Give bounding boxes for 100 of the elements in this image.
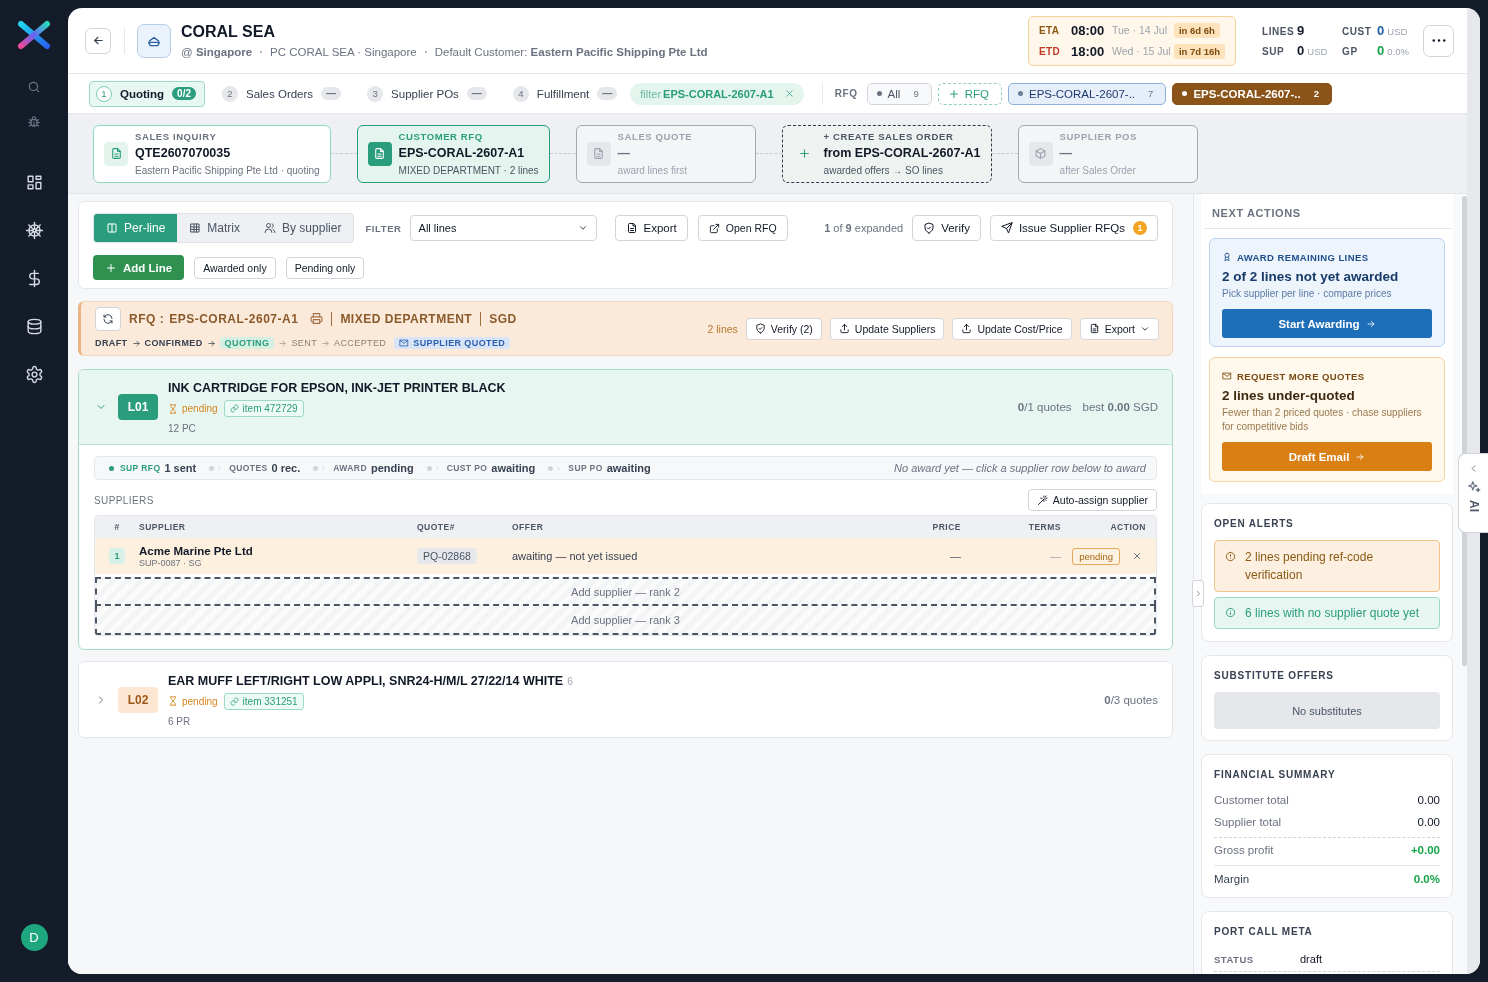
filter-toggle[interactable]: Pending only xyxy=(285,256,365,279)
line-code: L01 xyxy=(118,394,158,420)
pipeline-step: DRAFT xyxy=(95,338,128,348)
price-cell: — xyxy=(950,550,961,562)
dashboard-icon[interactable] xyxy=(24,173,44,192)
logo-icon[interactable] xyxy=(17,20,51,50)
document-icon xyxy=(367,141,392,166)
countdown-tag: in 7d 16h xyxy=(1173,43,1226,59)
rfq-action-button[interactable]: Update Cost/Price xyxy=(952,317,1072,340)
line-title: INK CARTRIDGE FOR EPSON, INK-JET PRINTER BLACK xyxy=(168,380,506,396)
back-button[interactable] xyxy=(85,27,111,54)
line-status: pending xyxy=(182,695,218,707)
line-code: L02 xyxy=(118,686,158,713)
action-description: Fewer than 2 priced quotes · chase suppliers for competitive bids xyxy=(1222,406,1423,434)
alert-banner[interactable]: 2 lines pending ref-code verification xyxy=(1214,540,1440,592)
close-icon[interactable] xyxy=(783,88,795,99)
rfq-chip[interactable]: EPS-CORAL-2607-.. 2 xyxy=(1172,82,1333,105)
mail-icon xyxy=(399,338,410,348)
stage-value: EPS-CORAL-2607-A1 xyxy=(398,144,525,162)
summary-value: +0.00 xyxy=(1410,843,1440,856)
stage-card[interactable]: SALES QUOTE — award lines first xyxy=(575,124,756,183)
pipeline-step: CONFIRMED xyxy=(144,338,203,348)
add-line-button[interactable]: Add Line xyxy=(93,255,185,280)
printer-icon[interactable] xyxy=(310,312,324,325)
rfq-chip[interactable]: All 9 xyxy=(866,82,932,105)
stat-unit: USD xyxy=(1387,26,1408,37)
alert-text: 6 lines with no supplier quote yet xyxy=(1245,605,1420,622)
shield-check-icon xyxy=(923,222,936,234)
stage-value: — xyxy=(617,144,631,162)
rfq-filter-label: RFQ xyxy=(834,88,858,99)
ribbon-icon xyxy=(1222,252,1232,262)
mail-icon xyxy=(1222,371,1232,381)
action-button[interactable]: Start Awarding xyxy=(1222,309,1432,338)
port-location: @ Singapore xyxy=(181,44,253,60)
status-tag-text: SUPPLIER QUOTED xyxy=(413,338,506,348)
filter-toggle[interactable]: Awarded only xyxy=(194,256,276,279)
progress-label: SUP RFQ xyxy=(120,463,161,473)
rfq-label: RFQ : xyxy=(129,311,165,326)
summary-label: Customer total xyxy=(1214,794,1289,806)
stage-card[interactable]: + CREATE SALES ORDER from EPS-CORAL-2607-A1 awarded offers → SO lines xyxy=(781,124,992,183)
filter-label: FILTER xyxy=(365,222,402,234)
database-icon[interactable] xyxy=(24,317,44,336)
rank-number: 1 xyxy=(109,548,125,564)
summary-value: 0.0% xyxy=(1413,872,1440,885)
stage-note: award lines first xyxy=(617,163,688,177)
stage-card[interactable]: SALES INQUIRY QTE2607070035 Eastern Pacific Shipping Pte Ltd · quoting xyxy=(93,124,331,183)
filter-select[interactable]: All lines xyxy=(409,215,597,241)
settings-icon[interactable] xyxy=(24,365,44,384)
dot-icon xyxy=(876,91,882,96)
workflow-tab[interactable]: 2 Sales Orders — xyxy=(219,80,345,107)
view-tab[interactable]: Matrix xyxy=(177,214,253,242)
rfq-department: MIXED DEPARTMENT xyxy=(340,311,473,326)
stat-value: 9 xyxy=(1297,23,1305,38)
close-icon[interactable] xyxy=(1132,551,1142,561)
card-title: SUBSTITUTE OFFERS xyxy=(1214,669,1334,683)
columns-icon xyxy=(106,222,118,234)
stage-card[interactable]: SUPPLIER POS — after Sales Order xyxy=(1017,124,1198,183)
scrollbar[interactable] xyxy=(1467,8,1480,974)
stage-title: SALES INQUIRY xyxy=(135,130,217,143)
vessel-title: CORAL SEA xyxy=(181,21,275,42)
line-note: 6 xyxy=(567,675,573,687)
ship-icon xyxy=(137,23,171,58)
export-button[interactable]: Export xyxy=(614,215,688,241)
line-quantity: 12 PC xyxy=(168,423,196,434)
rfq-chip[interactable]: EPS-CORAL-2607-.. 7 xyxy=(1007,82,1167,105)
ship-wheel-icon[interactable] xyxy=(24,221,44,240)
stage-card[interactable]: CUSTOMER RFQ EPS-CORAL-2607-A1 MIXED DEPARTMENT · 2 lines xyxy=(356,124,550,183)
stage-value: QTE2607070035 xyxy=(135,144,231,162)
pipeline-step: QUOTING xyxy=(219,337,275,349)
table-icon xyxy=(189,222,202,234)
view-tab[interactable]: By supplier xyxy=(252,214,354,242)
refresh-icon xyxy=(102,312,114,325)
refresh-button[interactable] xyxy=(95,306,121,331)
count-badge: 1 xyxy=(1133,221,1147,235)
rfq-action-button[interactable]: Verify (2) xyxy=(745,317,822,340)
workflow-tab[interactable]: 4 Fulfillment — xyxy=(509,80,621,107)
search-icon[interactable] xyxy=(27,80,41,94)
stat-unit: USD xyxy=(1307,46,1328,57)
cube-icon xyxy=(1028,141,1053,166)
auto-assign-button[interactable]: Auto-assign supplier xyxy=(1027,489,1157,511)
arrow-right-icon xyxy=(1355,451,1366,462)
issue-rfqs-button[interactable]: Issue Supplier RFQs 1 xyxy=(989,215,1158,241)
shield-check-icon xyxy=(754,323,766,334)
add-supplier-slot[interactable]: Add supplier — rank 2 xyxy=(95,577,1156,606)
workflow-tab[interactable]: 1 Quoting 0/2 xyxy=(89,80,205,107)
add-supplier-slot[interactable]: Add supplier — rank 3 xyxy=(95,606,1156,635)
upload-icon xyxy=(838,323,850,334)
bug-icon[interactable] xyxy=(27,115,41,129)
verify-button[interactable]: Verify xyxy=(912,215,981,241)
rfq-action-button[interactable]: Update Suppliers xyxy=(829,317,945,340)
panel-title: NEXT ACTIONS xyxy=(1204,206,1451,229)
progress-value: 0 rec. xyxy=(271,462,301,474)
open-rfq-button[interactable]: Open RFQ xyxy=(697,215,788,241)
stage-title: CUSTOMER RFQ xyxy=(398,130,483,143)
workflow-tab[interactable]: 3 Supplier POs — xyxy=(364,80,490,107)
supplier-row[interactable]: 1 Acme Marine Pte Ltd SUP-0087 · SG PQ-02868 awaiting — not yet issued — — pending xyxy=(95,538,1156,574)
rfq-id: EPS-CORAL-2607-A1 xyxy=(169,311,299,326)
card-title: PORT CALL META xyxy=(1214,925,1313,939)
ai-tab[interactable]: AI xyxy=(1458,453,1488,533)
rfq-action-button[interactable]: Export xyxy=(1079,317,1159,340)
